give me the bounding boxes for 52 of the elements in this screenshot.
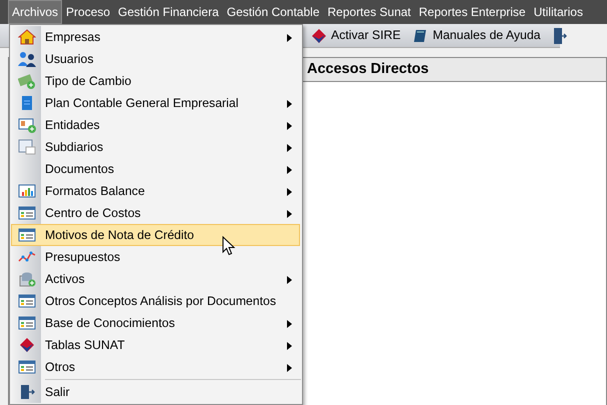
menu-item[interactable]: Otros Conceptos Análisis por Documentos: [11, 290, 300, 312]
menu-item[interactable]: Plan Contable General Empresarial: [11, 92, 300, 114]
menu-item[interactable]: Subdiarios: [11, 136, 300, 158]
menu-item[interactable]: Centro de Costos: [11, 202, 300, 224]
submenu-arrow-icon: [287, 320, 292, 328]
menu-bar-item[interactable]: Reportes Sunat: [324, 0, 415, 24]
menu-item[interactable]: Tablas SUNAT: [11, 334, 300, 356]
menu-bar-item[interactable]: Proceso: [62, 0, 114, 24]
house-icon: [18, 29, 36, 45]
submenu-arrow-icon: [287, 276, 292, 284]
menu-item[interactable]: Entidades: [11, 114, 300, 136]
submenu-arrow-icon: [287, 342, 292, 350]
window-icon: [18, 139, 36, 155]
submenu-arrow-icon: [287, 144, 292, 152]
menu-item[interactable]: Presupuestos: [11, 246, 300, 268]
submenu-arrow-icon: [287, 364, 292, 372]
menu-item[interactable]: Formatos Balance: [11, 180, 300, 202]
menu-item[interactable]: Documentos: [11, 158, 300, 180]
submenu-arrow-icon: [287, 34, 292, 42]
mouse-cursor-icon: [222, 236, 236, 256]
list-icon: [18, 205, 36, 221]
menu-item[interactable]: Base de Conocimientos: [11, 312, 300, 334]
database-add-icon: [18, 271, 36, 287]
submenu-arrow-icon: [287, 210, 292, 218]
list-icon: [18, 315, 36, 331]
money-add-icon: [18, 73, 36, 89]
list-icon: [18, 293, 36, 309]
toolbar-button[interactable]: Manuales de Ayuda: [408, 25, 544, 46]
submenu-arrow-icon: [287, 100, 292, 108]
menu-bar-item[interactable]: Gestión Contable: [222, 0, 324, 24]
bar-chart-icon: [18, 183, 36, 199]
menu-item[interactable]: Otros: [11, 356, 300, 378]
menu-item[interactable]: Empresas: [11, 26, 300, 48]
submenu-arrow-icon: [287, 188, 292, 196]
menu-bar-item[interactable]: Utilitarios: [530, 0, 587, 24]
menu-item[interactable]: Salir: [11, 381, 300, 403]
diamond-logo-icon: [311, 28, 327, 44]
list-icon: [18, 359, 36, 375]
contact-card-add-icon: [18, 117, 36, 133]
book-icon: [412, 28, 429, 44]
users-icon: [18, 51, 36, 67]
diamond-logo-icon: [18, 337, 36, 353]
submenu-arrow-icon: [287, 122, 292, 130]
menu-bar-item[interactable]: Reportes Enterprise: [414, 0, 530, 24]
menu-bar-item[interactable]: Gestión Financiera: [114, 0, 223, 24]
toolbar-button[interactable]: Activar SIRE: [307, 25, 405, 46]
menu-item[interactable]: Motivos de Nota de Crédito: [11, 224, 300, 246]
menu-bar-item[interactable]: Archivos: [8, 0, 62, 24]
exit-door-icon: [18, 384, 36, 400]
submenu-arrow-icon: [287, 166, 292, 174]
list-icon: [18, 227, 36, 243]
menu-item[interactable]: Activos: [11, 268, 300, 290]
